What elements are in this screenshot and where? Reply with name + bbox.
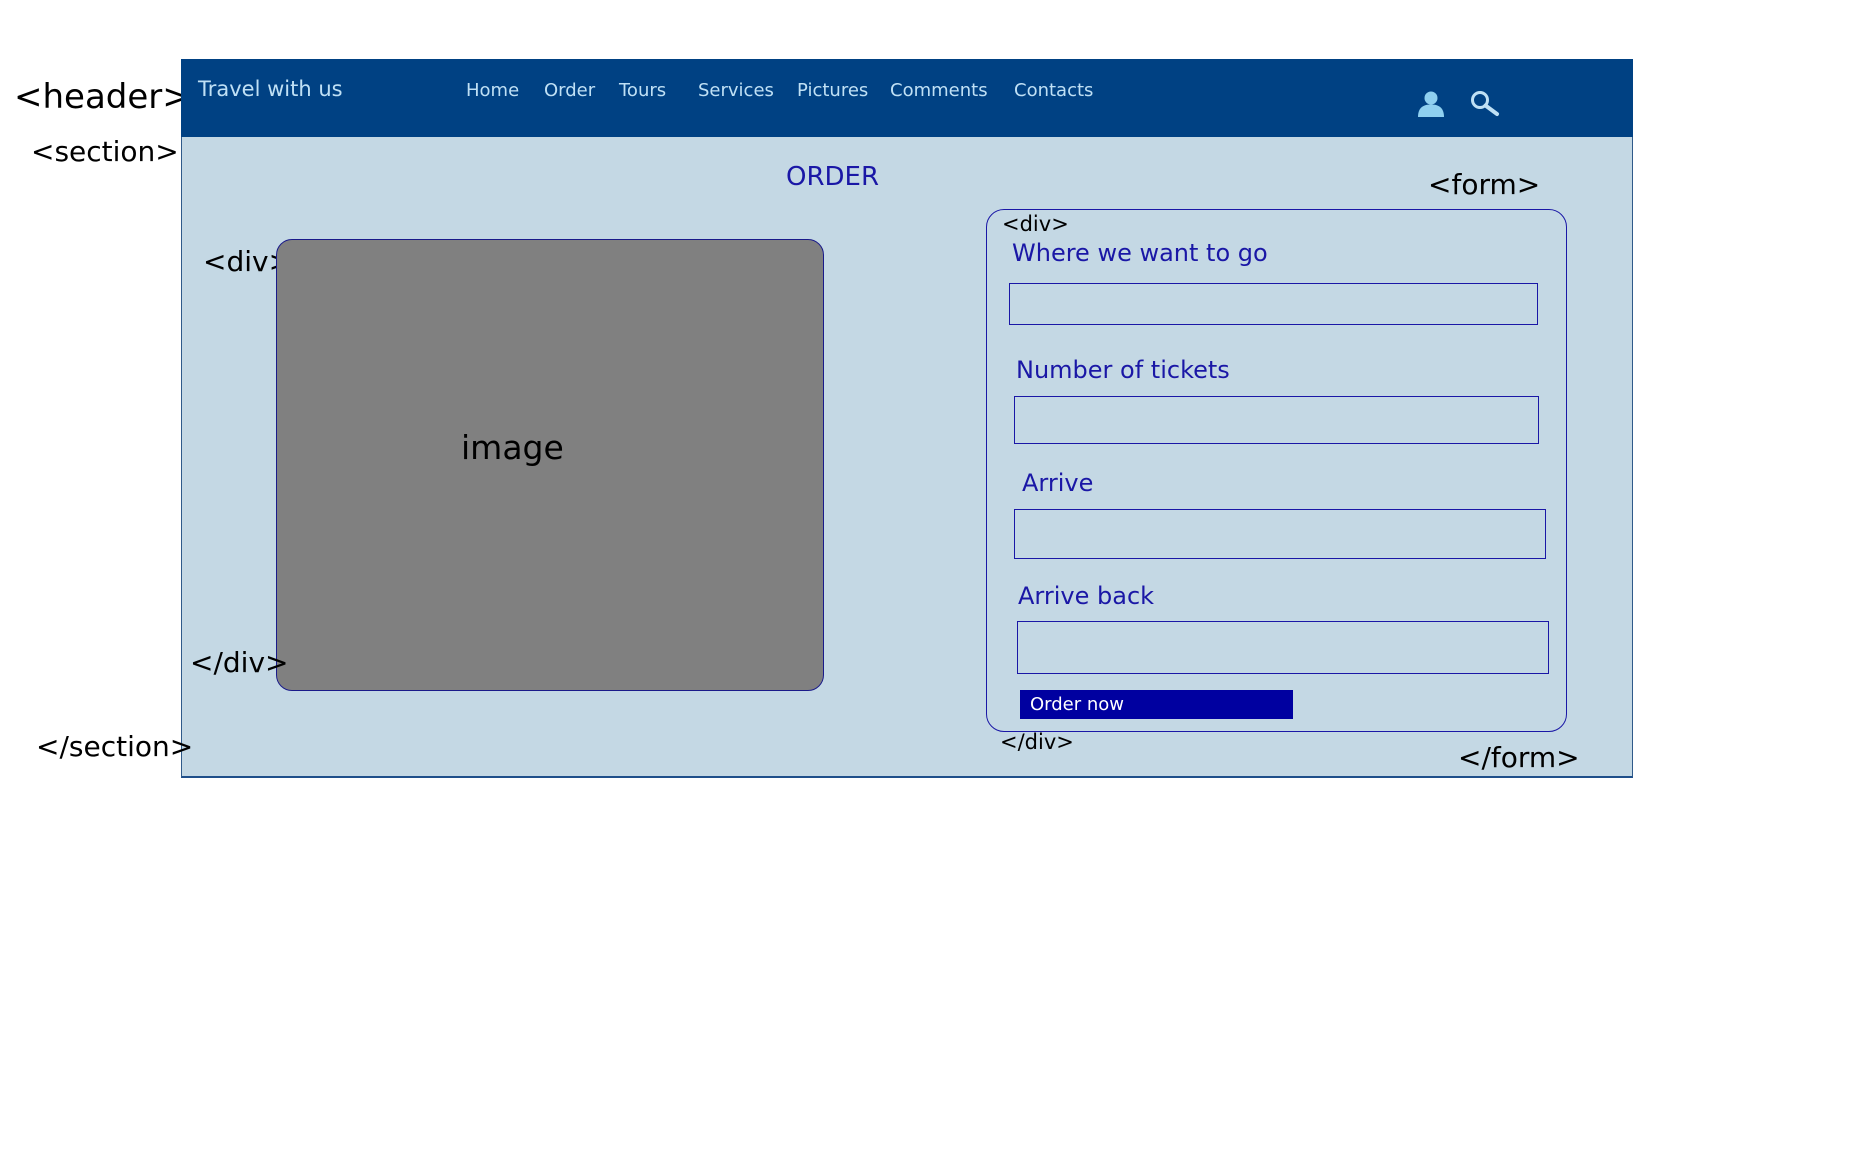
destination-label: Where we want to go xyxy=(1012,239,1268,267)
image-label: image xyxy=(461,428,564,467)
arrive-back-input[interactable] xyxy=(1017,621,1549,674)
nav-item-home[interactable]: Home xyxy=(466,80,519,101)
form-close-annotation: </form> xyxy=(1458,741,1580,774)
image-placeholder: image xyxy=(276,239,824,691)
section-open-annotation: <section> xyxy=(31,135,179,168)
tickets-input[interactable] xyxy=(1014,396,1539,444)
section-close-annotation: </section> xyxy=(36,730,194,763)
tickets-label: Number of tickets xyxy=(1016,356,1230,384)
form-div-open-annotation: <div> xyxy=(1002,212,1069,236)
brand-title[interactable]: Travel with us xyxy=(198,77,343,101)
order-now-button[interactable]: Order now xyxy=(1020,690,1293,719)
form-div-close-annotation: </div> xyxy=(1000,730,1074,754)
nav-item-contacts[interactable]: Contacts xyxy=(1014,80,1093,101)
header-open-annotation: <header> xyxy=(14,77,191,117)
user-icon[interactable] xyxy=(1415,89,1447,119)
page-title: ORDER xyxy=(786,162,880,192)
site-header: Travel with us Home Order Tours Services… xyxy=(181,59,1633,137)
arrive-input[interactable] xyxy=(1014,509,1546,559)
search-icon[interactable] xyxy=(1469,89,1501,119)
arrive-label: Arrive xyxy=(1022,469,1094,497)
destination-input[interactable] xyxy=(1009,283,1538,325)
div-close-annotation: </div> xyxy=(190,646,289,679)
form-open-annotation: <form> xyxy=(1428,168,1541,201)
nav-item-pictures[interactable]: Pictures xyxy=(797,80,868,101)
nav-item-services[interactable]: Services xyxy=(698,80,774,101)
nav-item-comments[interactable]: Comments xyxy=(890,80,988,101)
arrive-back-label: Arrive back xyxy=(1018,582,1155,610)
nav-item-tours[interactable]: Tours xyxy=(619,80,666,101)
nav-item-order[interactable]: Order xyxy=(544,80,595,101)
